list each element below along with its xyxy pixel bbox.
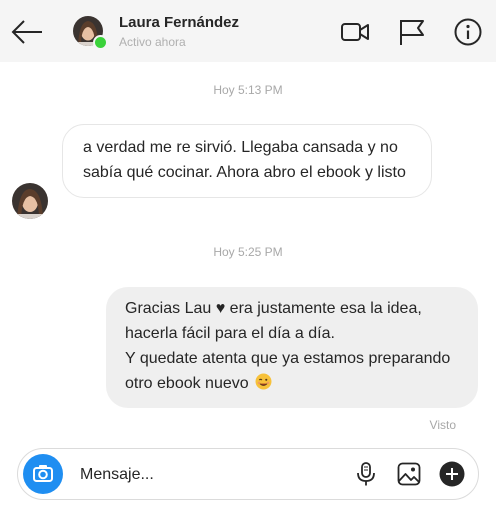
- contact-name[interactable]: Laura Fernández: [119, 14, 239, 31]
- timestamp: Hoy 5:13 PM: [213, 83, 283, 97]
- incoming-message-bubble[interactable]: a verdad me re sirvió. Llegaba cansada y…: [62, 124, 432, 198]
- seen-indicator: Visto: [429, 418, 456, 432]
- online-status-dot: [93, 35, 108, 50]
- message-text: Gracias Lau: [125, 300, 212, 317]
- camera-icon: [33, 465, 53, 482]
- camera-button[interactable]: [23, 454, 63, 494]
- gallery-icon[interactable]: [396, 461, 422, 487]
- timestamp: Hoy 5:25 PM: [213, 245, 283, 259]
- chat-header: Laura Fernández Activo ahora: [0, 0, 496, 62]
- info-icon[interactable]: [453, 17, 483, 47]
- message-input[interactable]: [78, 463, 342, 487]
- microphone-icon[interactable]: [353, 461, 379, 487]
- winking-face-icon: [255, 373, 272, 390]
- back-arrow-icon[interactable]: [10, 18, 44, 46]
- video-call-icon[interactable]: [340, 17, 370, 47]
- sender-avatar[interactable]: [12, 183, 48, 219]
- flag-icon[interactable]: [397, 17, 427, 47]
- outgoing-message-bubble[interactable]: Gracias Lau ♥ era justamente esa la idea…: [106, 287, 478, 408]
- contact-status: Activo ahora: [119, 35, 186, 49]
- message-composer: [17, 448, 479, 500]
- heart-emoji: ♥: [215, 300, 226, 317]
- plus-icon[interactable]: [439, 461, 465, 487]
- message-text: Y quedate atenta que ya estamos preparan…: [125, 350, 451, 392]
